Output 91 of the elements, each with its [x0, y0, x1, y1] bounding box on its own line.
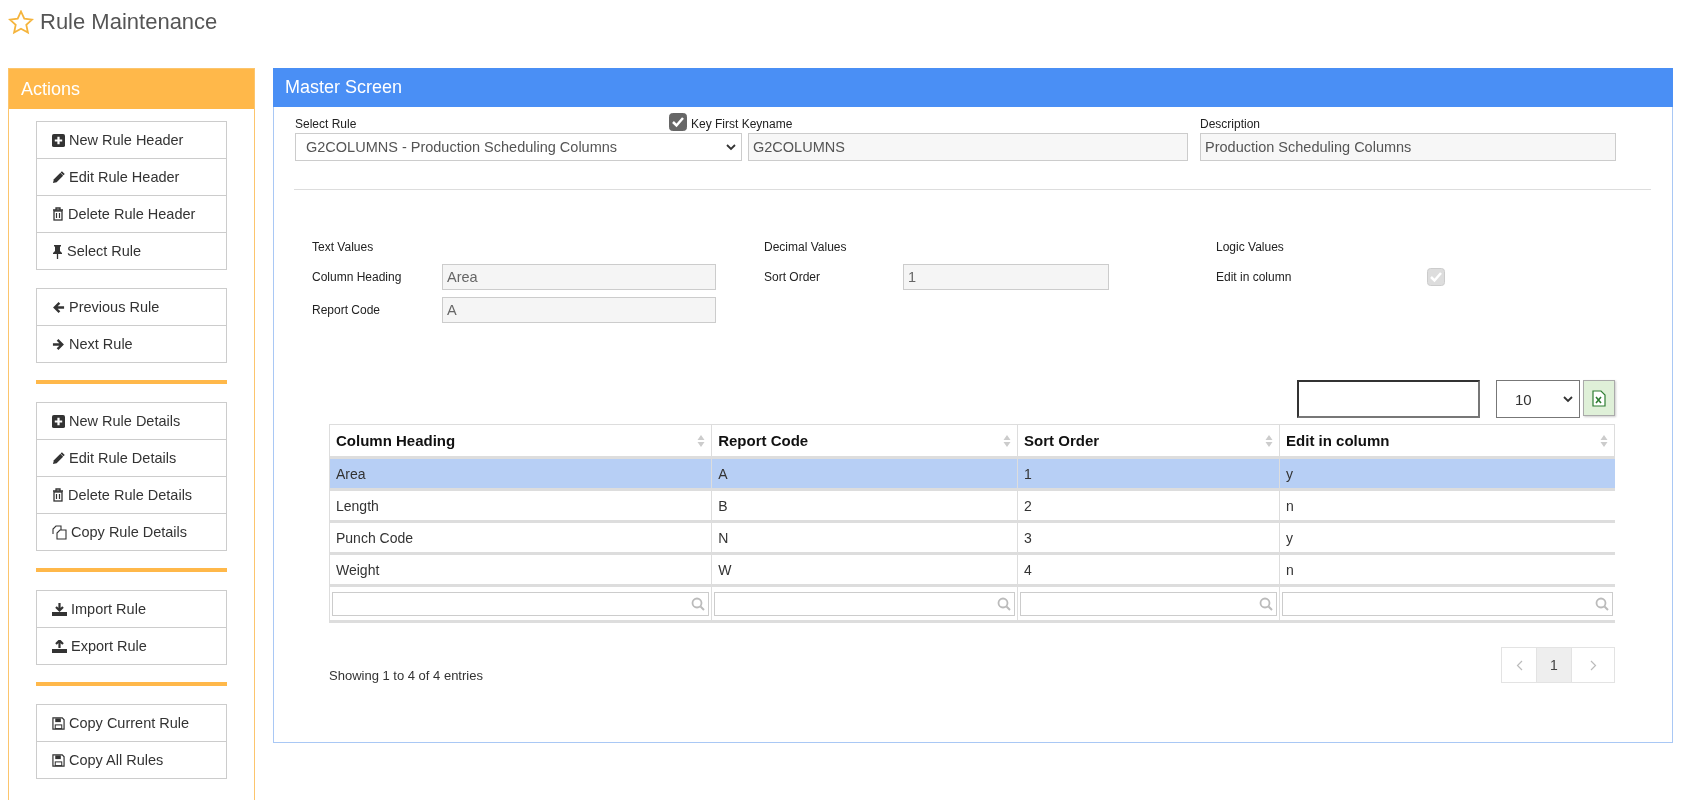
table-cell: n	[1279, 489, 1615, 522]
field-label: Report Code	[312, 302, 382, 317]
pin-icon	[52, 243, 63, 259]
excel-export-button[interactable]	[1583, 380, 1615, 416]
action-button[interactable]: New Rule Header	[36, 121, 227, 159]
action-button[interactable]: Edit Rule Header	[36, 158, 227, 196]
field-label: Edit in column	[1216, 269, 1293, 284]
sort-icon	[1003, 433, 1012, 448]
page-button[interactable]: 1	[1536, 647, 1572, 683]
sort-icon	[1265, 433, 1274, 448]
table-cell: W	[711, 553, 1018, 586]
upload-icon	[52, 639, 67, 653]
star-icon[interactable]	[8, 9, 34, 35]
input-field[interactable]: A	[442, 296, 716, 323]
sort-icon	[697, 433, 706, 448]
filter-field[interactable]	[1282, 591, 1613, 616]
table-cell: n	[1279, 553, 1615, 586]
chevron-right-icon	[1589, 659, 1597, 671]
section-title: Decimal Values	[764, 240, 847, 254]
table-cell: 3	[1017, 521, 1280, 554]
arrow-right-icon	[52, 337, 65, 351]
plus-square-icon	[52, 414, 65, 428]
action-button[interactable]: Delete Rule Header	[36, 195, 227, 233]
table-cell: Weight	[329, 553, 712, 586]
table-cell: 2	[1017, 489, 1280, 522]
table-row[interactable]: Punch Code N 3 y	[329, 521, 1615, 554]
input-field[interactable]: 1	[903, 263, 1109, 290]
table-cell: Area	[329, 457, 712, 490]
field-label: Description	[1200, 117, 1261, 131]
plus-square-icon	[52, 133, 65, 147]
download-icon	[52, 602, 67, 616]
table-cell: N	[711, 521, 1018, 554]
table-cell: 1	[1017, 457, 1280, 490]
action-button[interactable]: Previous Rule	[36, 288, 227, 326]
checkbox-label: Key First Keyname	[691, 117, 793, 131]
trash-icon	[52, 207, 64, 221]
trash-icon	[52, 488, 64, 502]
field-label: Column Heading	[312, 269, 403, 284]
pencil-icon	[52, 170, 65, 184]
spreadsheet-file-icon	[1592, 389, 1606, 407]
table-row[interactable]: Length B 2 n	[329, 489, 1615, 522]
chevron-left-icon	[1515, 659, 1523, 671]
search-icon	[1594, 596, 1609, 611]
action-button[interactable]: Copy All Rules	[36, 741, 227, 779]
entries-info: Showing 1 to 4 of 4 entries	[329, 667, 483, 683]
section-title: Text Values	[312, 240, 374, 254]
input-field[interactable]: Area	[442, 263, 716, 290]
field-label: Sort Order	[764, 269, 821, 284]
action-button[interactable]: Select Rule	[36, 232, 227, 270]
table-cell: Length	[329, 489, 712, 522]
table-row[interactable]: Area A 1 y	[329, 457, 1615, 490]
section-title: Logic Values	[1216, 240, 1284, 254]
action-button[interactable]: Copy Rule Details	[36, 513, 227, 551]
table-row[interactable]: Weight W 4 n	[329, 553, 1615, 586]
keyname-field[interactable]: G2COLUMNS	[748, 133, 1188, 161]
table-cell: B	[711, 489, 1018, 522]
arrow-left-icon	[52, 300, 65, 314]
action-button[interactable]: Import Rule	[36, 590, 227, 628]
search-icon	[997, 596, 1012, 611]
table-cell: A	[711, 457, 1018, 490]
checkbox[interactable]	[669, 113, 687, 131]
action-button[interactable]: Delete Rule Details	[36, 476, 227, 514]
panel-title: Master Screen	[285, 77, 403, 98]
page-title: Rule Maintenance	[40, 9, 218, 35]
table-cell: Punch Code	[329, 521, 712, 554]
next-page-button[interactable]	[1571, 647, 1615, 683]
field-label: Select Rule	[295, 117, 357, 131]
action-button[interactable]: Next Rule	[36, 325, 227, 363]
copy-icon	[52, 524, 67, 540]
table-cell: y	[1279, 521, 1615, 554]
action-button[interactable]: New Rule Details	[36, 402, 227, 440]
rule-select[interactable]: G2COLUMNS - Production Scheduling Columns	[295, 133, 742, 161]
table-cell: y	[1279, 457, 1615, 490]
pencil-icon	[52, 451, 65, 465]
filter-field[interactable]	[714, 591, 1016, 616]
table-cell: 4	[1017, 553, 1280, 586]
action-button[interactable]: Edit Rule Details	[36, 439, 227, 477]
page-size-select[interactable]: 10	[1496, 380, 1580, 418]
chevron-down-icon	[1563, 395, 1573, 403]
action-button[interactable]: Copy Current Rule	[36, 704, 227, 742]
panel-title: Actions	[21, 78, 81, 100]
previous-page-button[interactable]	[1501, 647, 1537, 683]
chevron-down-icon	[726, 143, 736, 151]
search-icon	[691, 596, 706, 611]
action-button[interactable]: Export Rule	[36, 627, 227, 665]
sort-icon	[1600, 433, 1608, 448]
search-field[interactable]	[1297, 380, 1480, 418]
filter-field[interactable]	[1020, 591, 1278, 616]
description-field[interactable]: Production Scheduling Columns	[1200, 133, 1616, 161]
filter-field[interactable]	[332, 591, 710, 616]
search-icon	[1259, 596, 1274, 611]
